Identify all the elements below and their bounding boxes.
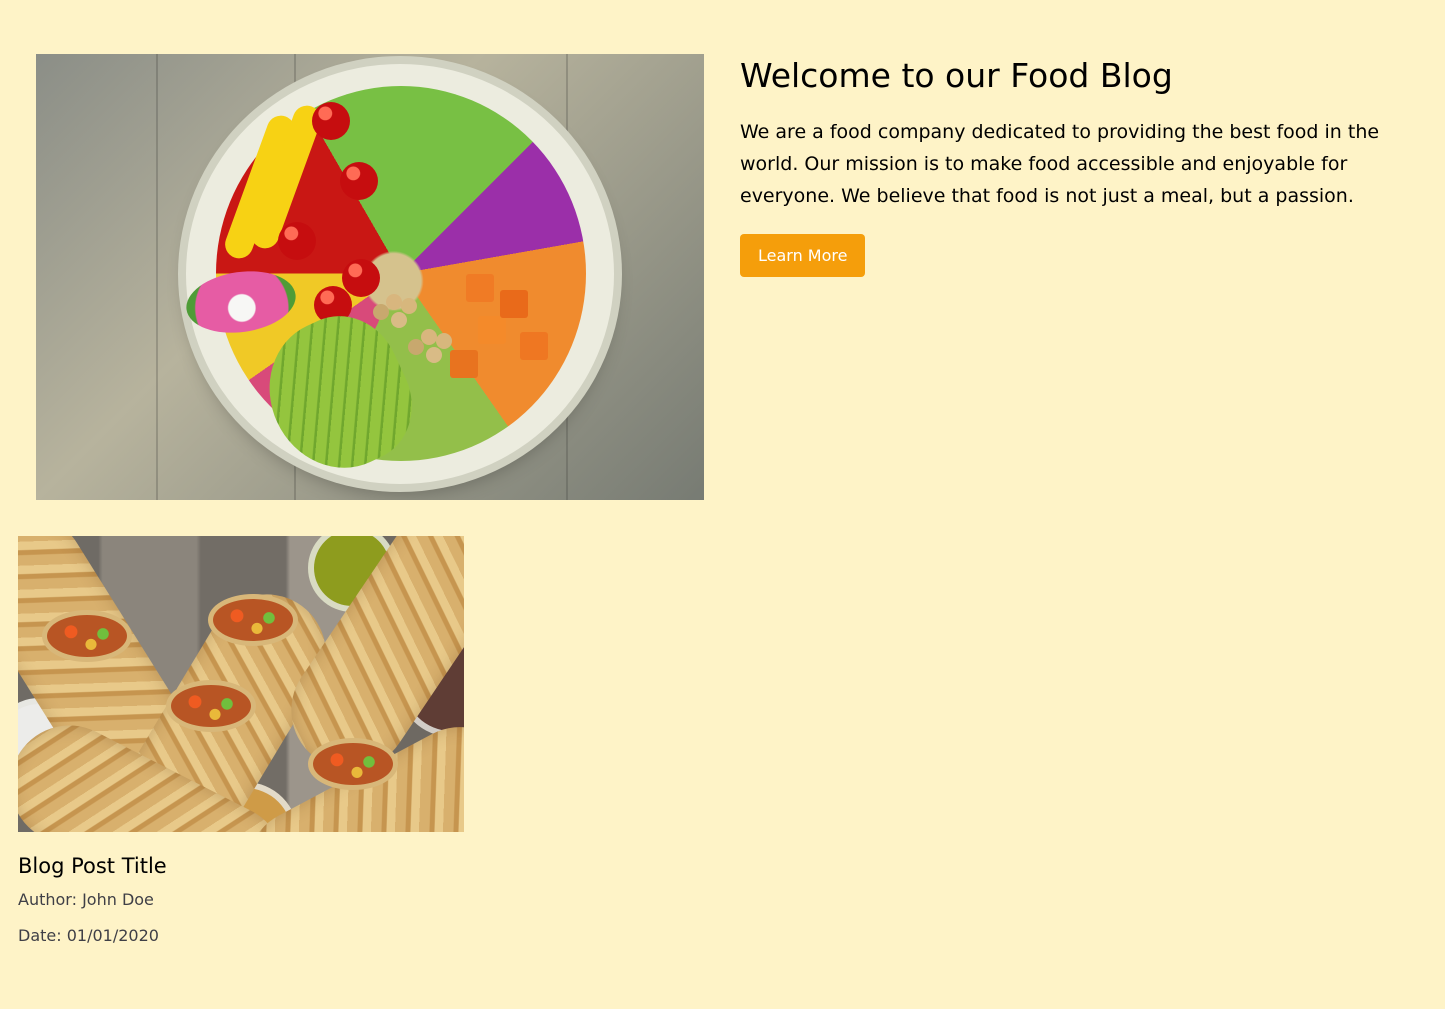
burrito-filling (308, 738, 398, 790)
salad-bowl-image (36, 54, 704, 500)
blog-post-title[interactable]: Blog Post Title (18, 852, 464, 880)
chickpeas (386, 294, 402, 310)
tomato (342, 259, 380, 297)
tomato (278, 222, 316, 260)
hero-section: Welcome to our Food Blog We are a food c… (36, 54, 1409, 500)
tomato (312, 102, 350, 140)
hero-description: We are a food company dedicated to provi… (740, 121, 1380, 207)
author-text: Author: John Doe (18, 890, 154, 909)
burrito-filling (166, 680, 256, 732)
burrito-filling (42, 610, 132, 662)
burrito-filling (208, 594, 298, 646)
wood-grain (156, 54, 158, 500)
burrito-image (18, 536, 464, 832)
learn-more-button[interactable]: Learn More (740, 234, 866, 277)
chickpeas (421, 329, 437, 345)
tomato (340, 162, 378, 200)
sweet-potato (466, 274, 494, 302)
date-text: Date: 01/01/2020 (18, 926, 159, 945)
page-title: Welcome to our Food Blog (740, 56, 1173, 95)
blog-post-card[interactable]: Blog Post Title Author: John Doe Date: 0… (18, 536, 464, 946)
hero-content: Welcome to our Food Blog We are a food c… (740, 54, 1409, 500)
